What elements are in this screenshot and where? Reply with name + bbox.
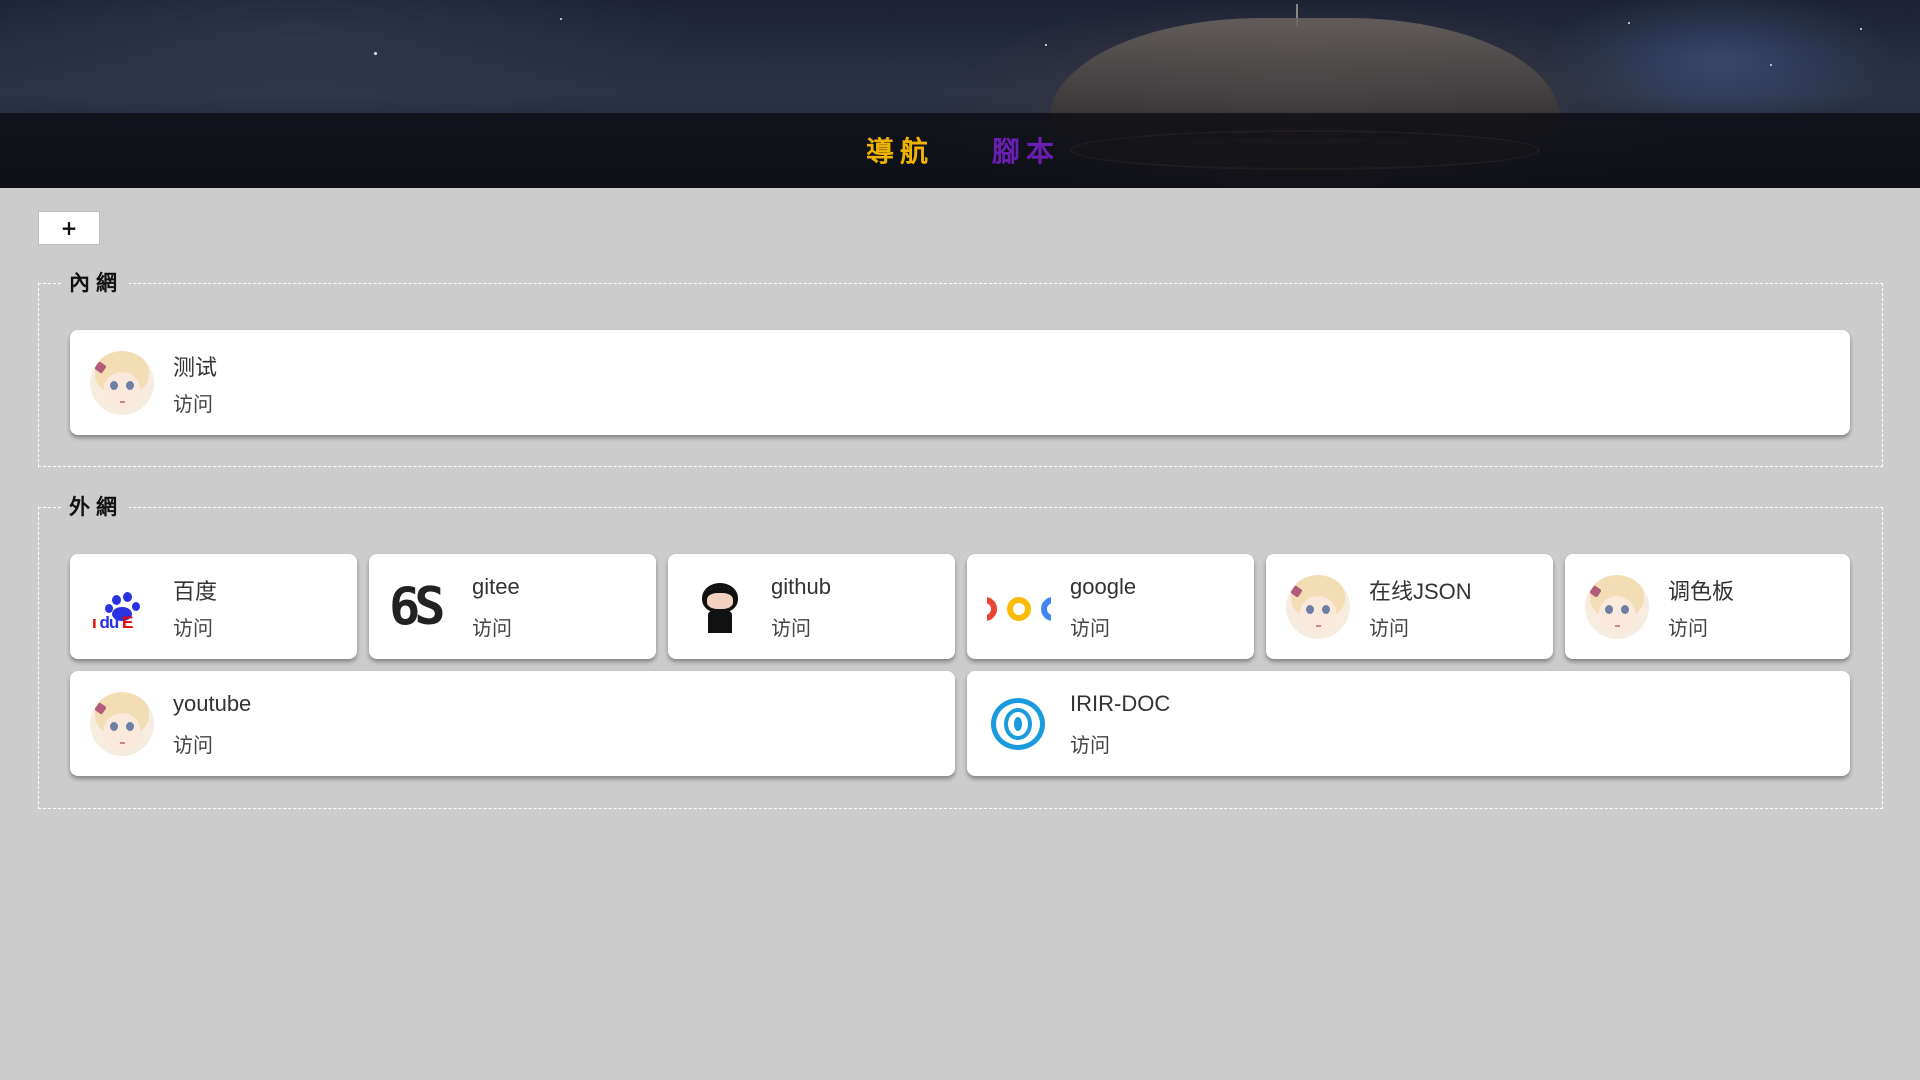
gitee-icon: 6S bbox=[389, 575, 453, 639]
visit-link[interactable]: 访问 bbox=[1369, 612, 1409, 641]
star bbox=[1628, 22, 1630, 24]
add-button[interactable]: + bbox=[38, 211, 100, 245]
irir-doc-icon bbox=[987, 692, 1051, 756]
star bbox=[560, 18, 562, 20]
visit-link[interactable]: 访问 bbox=[771, 612, 811, 641]
visit-link[interactable]: 访问 bbox=[173, 612, 213, 641]
visit-link[interactable]: 访问 bbox=[472, 612, 512, 641]
github-icon bbox=[688, 575, 752, 639]
group-legend: 外網 bbox=[63, 491, 129, 521]
group-outer-network: 外網 ı du E 百度 访问 6S gitee 访问 github 访问 go… bbox=[38, 491, 1883, 809]
link-card[interactable]: IRIR-DOC 访问 bbox=[967, 671, 1850, 776]
card-title: github bbox=[771, 574, 831, 599]
link-card[interactable]: 调色板 访问 bbox=[1565, 554, 1850, 659]
card-title: youtube bbox=[173, 691, 252, 716]
star bbox=[374, 52, 377, 55]
link-card[interactable]: google 访问 bbox=[967, 554, 1254, 659]
link-card[interactable]: 测试 访问 bbox=[70, 330, 1850, 435]
group-inner-network: 內網 测试 访问 bbox=[38, 267, 1883, 467]
card-title: google bbox=[1070, 574, 1137, 599]
visit-link[interactable]: 访问 bbox=[173, 388, 213, 417]
visit-link[interactable]: 访问 bbox=[1070, 729, 1110, 758]
star bbox=[1770, 64, 1772, 66]
visit-link[interactable]: 访问 bbox=[1070, 612, 1110, 641]
card-title: gitee bbox=[472, 574, 520, 599]
visit-link[interactable]: 访问 bbox=[1668, 612, 1708, 641]
card-title: 百度 bbox=[173, 579, 218, 604]
google-icon bbox=[987, 575, 1051, 639]
card-title: 调色板 bbox=[1668, 579, 1735, 604]
nav-link-navigation[interactable]: 導航 bbox=[866, 130, 934, 170]
avatar-icon bbox=[1286, 575, 1350, 639]
visit-link[interactable]: 访问 bbox=[173, 729, 213, 758]
group-legend: 內網 bbox=[63, 267, 129, 297]
nav-bar bbox=[0, 113, 1920, 188]
nav-link-scripts[interactable]: 腳本 bbox=[992, 130, 1060, 170]
card-title: IRIR-DOC bbox=[1070, 691, 1171, 716]
avatar-icon bbox=[1585, 575, 1649, 639]
star bbox=[1860, 28, 1862, 30]
card-title: 在线JSON bbox=[1369, 579, 1472, 604]
link-card[interactable]: youtube 访问 bbox=[70, 671, 955, 776]
avatar-icon bbox=[90, 692, 154, 756]
baidu-icon: ı du E bbox=[90, 575, 154, 639]
link-card[interactable]: ı du E 百度 访问 bbox=[70, 554, 357, 659]
link-card[interactable]: 在线JSON 访问 bbox=[1266, 554, 1553, 659]
link-card[interactable]: 6S gitee 访问 bbox=[369, 554, 656, 659]
card-title: 测试 bbox=[173, 355, 218, 380]
avatar-icon bbox=[90, 351, 154, 415]
star bbox=[1045, 44, 1047, 46]
link-card[interactable]: github 访问 bbox=[668, 554, 955, 659]
